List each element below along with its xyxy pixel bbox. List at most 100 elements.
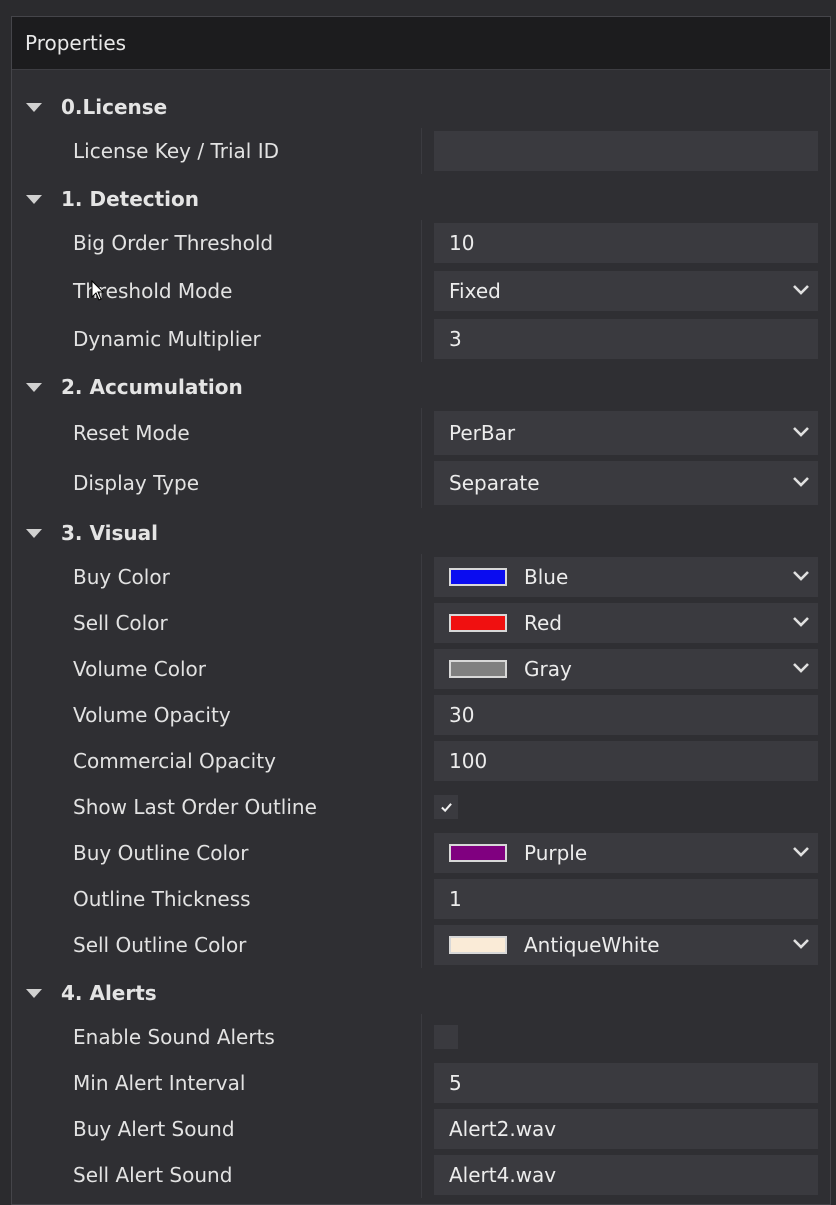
- chevron-down-icon[interactable]: [792, 475, 810, 489]
- volume-opacity-input[interactable]: 30: [434, 695, 818, 735]
- category-2-accumulation[interactable]: 2. Accumulation: [12, 367, 830, 407]
- color-swatch: [449, 568, 507, 586]
- property-row-buy-outline-color: Buy Outline Color Purple: [12, 830, 830, 876]
- property-row-outline-thickness: Outline Thickness 1: [12, 876, 830, 922]
- property-value: 100: [449, 749, 488, 773]
- property-row-sell-color: Sell Color Red: [12, 600, 830, 646]
- property-value: Blue: [524, 565, 569, 589]
- buy-outline-color-dropdown[interactable]: Purple: [434, 833, 818, 873]
- property-label: Dynamic Multiplier: [73, 327, 261, 351]
- property-label: Volume Color: [73, 657, 206, 681]
- property-label: Volume Opacity: [73, 703, 231, 727]
- volume-color-dropdown[interactable]: Gray: [434, 649, 818, 689]
- property-row-big-order-threshold: Big Order Threshold 10: [12, 220, 830, 266]
- chevron-down-icon[interactable]: [792, 569, 810, 583]
- property-row-commercial-opacity: Commercial Opacity 100: [12, 738, 830, 784]
- triangle-down-icon[interactable]: [26, 529, 42, 538]
- threshold-mode-dropdown[interactable]: Fixed: [434, 271, 818, 311]
- property-label: Display Type: [73, 471, 200, 495]
- sell-color-dropdown[interactable]: Red: [434, 603, 818, 643]
- property-label: License Key / Trial ID: [73, 139, 279, 163]
- display-type-dropdown[interactable]: Separate: [434, 461, 818, 505]
- category-label: 3. Visual: [61, 521, 158, 545]
- min-alert-interval-input[interactable]: 5: [434, 1063, 818, 1103]
- buy-alert-sound-input[interactable]: Alert2.wav: [434, 1109, 818, 1149]
- property-row-buy-color: Buy Color Blue: [12, 554, 830, 600]
- property-row-display-type: Display Type Separate: [12, 458, 830, 508]
- chevron-down-icon[interactable]: [792, 283, 810, 297]
- chevron-down-icon[interactable]: [792, 845, 810, 859]
- reset-mode-dropdown[interactable]: PerBar: [434, 411, 818, 455]
- property-label: Sell Alert Sound: [73, 1163, 233, 1187]
- triangle-down-icon[interactable]: [26, 383, 42, 392]
- sell-alert-sound-input[interactable]: Alert4.wav: [434, 1155, 818, 1195]
- category-label: 0.License: [61, 95, 168, 119]
- property-value: 30: [449, 703, 475, 727]
- triangle-down-icon[interactable]: [26, 195, 42, 204]
- property-row-license-key-trial-id: License Key / Trial ID: [12, 128, 830, 174]
- property-label: Threshold Mode: [73, 279, 233, 303]
- property-row-volume-opacity: Volume Opacity 30: [12, 692, 830, 738]
- property-label: Show Last Order Outline: [73, 795, 317, 819]
- show-last-order-outline-checkbox[interactable]: [434, 795, 458, 819]
- chevron-down-icon[interactable]: [792, 661, 810, 675]
- property-row-buy-alert-sound: Buy Alert Sound Alert2.wav: [12, 1106, 830, 1152]
- property-label: Reset Mode: [73, 421, 190, 445]
- chevron-down-icon[interactable]: [792, 615, 810, 629]
- category-label: 1. Detection: [61, 187, 200, 211]
- outline-thickness-input[interactable]: 1: [434, 879, 818, 919]
- property-row-reset-mode: Reset Mode PerBar: [12, 408, 830, 458]
- color-swatch: [449, 660, 507, 678]
- color-swatch: [449, 936, 507, 954]
- category-label: 2. Accumulation: [61, 375, 243, 399]
- category-label: 4. Alerts: [61, 981, 157, 1005]
- property-label: Big Order Threshold: [73, 231, 274, 255]
- checkmark-icon: [440, 802, 452, 812]
- panel-header: Properties: [12, 17, 830, 70]
- property-row-min-alert-interval: Min Alert Interval 5: [12, 1060, 830, 1106]
- property-value: Gray: [524, 657, 572, 681]
- property-label: Sell Color: [73, 611, 168, 635]
- property-value: 3: [449, 327, 462, 351]
- property-row-volume-color: Volume Color Gray: [12, 646, 830, 692]
- property-label: Buy Outline Color: [73, 841, 249, 865]
- property-row-show-last-order-outline: Show Last Order Outline: [12, 784, 830, 830]
- property-label: Commercial Opacity: [73, 749, 276, 773]
- category-0-license[interactable]: 0.License: [12, 87, 830, 127]
- property-row-sell-outline-color: Sell Outline Color AntiqueWhite: [12, 922, 830, 968]
- category-1-detection[interactable]: 1. Detection: [12, 179, 830, 219]
- color-swatch: [449, 844, 507, 862]
- commercial-opacity-input[interactable]: 100: [434, 741, 818, 781]
- sell-outline-color-dropdown[interactable]: AntiqueWhite: [434, 925, 818, 965]
- property-row-enable-sound-alerts: Enable Sound Alerts: [12, 1014, 830, 1060]
- chevron-down-icon[interactable]: [792, 425, 810, 439]
- property-label: Buy Color: [73, 565, 170, 589]
- buy-color-dropdown[interactable]: Blue: [434, 557, 818, 597]
- big-order-threshold-input[interactable]: 10: [434, 223, 818, 263]
- property-value: Separate: [449, 471, 540, 495]
- property-value: Red: [524, 611, 562, 635]
- property-value: PerBar: [449, 421, 516, 445]
- category-4-alerts[interactable]: 4. Alerts: [12, 973, 830, 1013]
- triangle-down-icon[interactable]: [26, 989, 42, 998]
- property-value: 1: [449, 887, 462, 911]
- triangle-down-icon[interactable]: [26, 103, 42, 112]
- color-swatch: [449, 614, 507, 632]
- license-key-trial-id-input[interactable]: [434, 131, 818, 171]
- property-label: Outline Thickness: [73, 887, 251, 911]
- property-value: Alert4.wav: [449, 1163, 557, 1187]
- property-row-dynamic-multiplier: Dynamic Multiplier 3: [12, 316, 830, 362]
- property-value: 5: [449, 1071, 462, 1095]
- property-label: Min Alert Interval: [73, 1071, 246, 1095]
- dynamic-multiplier-input[interactable]: 3: [434, 319, 818, 359]
- property-row-sell-alert-sound: Sell Alert Sound Alert4.wav: [12, 1152, 830, 1198]
- property-value: Alert2.wav: [449, 1117, 557, 1141]
- property-label: Buy Alert Sound: [73, 1117, 235, 1141]
- property-row-threshold-mode: Threshold Mode Fixed: [12, 268, 830, 314]
- category-3-visual[interactable]: 3. Visual: [12, 513, 830, 553]
- panel-title: Properties: [25, 31, 127, 55]
- chevron-down-icon[interactable]: [792, 937, 810, 951]
- properties-panel: Properties 0.License License Key / Trial …: [11, 16, 831, 1205]
- property-value: 10: [449, 231, 475, 255]
- enable-sound-alerts-checkbox[interactable]: [434, 1025, 458, 1049]
